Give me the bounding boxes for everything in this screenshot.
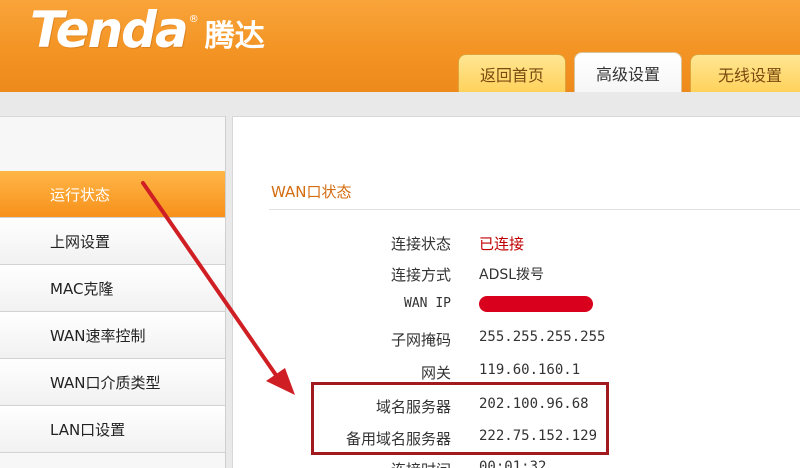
sidebar-menu: 运行状态 上网设置 MAC克隆 WAN速率控制 WAN口介质类型 LAN口设置 — [0, 116, 226, 468]
section-title: WAN口状态 — [271, 183, 352, 201]
sidebar-item-mac-clone[interactable]: MAC克隆 — [0, 265, 225, 312]
section-divider — [269, 209, 800, 210]
connection-type-value: ADSL拨号 — [479, 267, 545, 283]
tab-advanced-settings[interactable]: 高级设置 — [574, 52, 682, 92]
sidebar-item-running-status[interactable]: 运行状态 — [0, 171, 225, 218]
logo-chinese-name: 腾达 — [204, 19, 265, 54]
status-row-backup-dns: 备用域名服务器 222.75.152.129 — [233, 428, 800, 452]
sidebar-item-wan-rate-control[interactable]: WAN速率控制 — [0, 312, 225, 359]
top-tabs: 返回首页 高级设置 无线设置 — [458, 52, 800, 92]
subnet-mask-value: 255.255.255.255 — [479, 329, 606, 345]
header-bar: Tenda ® 腾达 返回首页 高级设置 无线设置 — [0, 0, 800, 92]
row-label: 子网掩码 — [390, 331, 451, 349]
sidebar-item-internet-settings[interactable]: 上网设置 — [0, 218, 225, 265]
tab-wireless-settings[interactable]: 无线设置 — [690, 54, 800, 92]
sidebar-item-wan-media-type[interactable]: WAN口介质类型 — [0, 359, 225, 406]
sidebar-item-lan-settings[interactable]: LAN口设置 — [0, 406, 225, 453]
registered-mark: ® — [188, 13, 199, 25]
status-row-subnet-mask: 子网掩码 255.255.255.255 — [233, 329, 800, 353]
row-label: 连接状态 — [390, 235, 451, 253]
row-label: 连接时间 — [251, 459, 451, 468]
row-label: 网关 — [420, 364, 451, 382]
tenda-logo: Tenda ® 腾达 — [30, 1, 265, 59]
gateway-value: 119.60.160.1 — [479, 362, 581, 378]
row-label: WAN IP — [404, 296, 451, 311]
status-row-connection-type: 连接方式 ADSL拨号 — [233, 264, 800, 288]
status-row-dns: 域名服务器 202.100.96.68 — [233, 396, 800, 420]
connection-state-value: 已连接 — [479, 235, 525, 253]
dns-value: 202.100.96.68 — [479, 396, 589, 412]
row-label: 备用域名服务器 — [345, 430, 451, 448]
wan-status-panel: WAN口状态 连接状态 已连接 连接方式 ADSL拨号 WAN IP 子网掩码 … — [232, 116, 800, 468]
backup-dns-value: 222.75.152.129 — [479, 428, 598, 444]
tab-home[interactable]: 返回首页 — [458, 54, 566, 92]
status-row-connection-state: 连接状态 已连接 — [233, 233, 800, 257]
row-label: 域名服务器 — [375, 398, 451, 416]
status-row-connection-time: 连接时间 00:01:32 — [233, 459, 800, 468]
logo-text: Tenda — [30, 1, 189, 59]
redacted-ip-mark — [479, 296, 593, 312]
row-label: 连接方式 — [390, 266, 451, 284]
status-row-wan-ip: WAN IP — [233, 296, 800, 320]
connection-time-value: 00:01:32 — [479, 459, 547, 468]
status-row-gateway: 网关 119.60.160.1 — [233, 362, 800, 386]
